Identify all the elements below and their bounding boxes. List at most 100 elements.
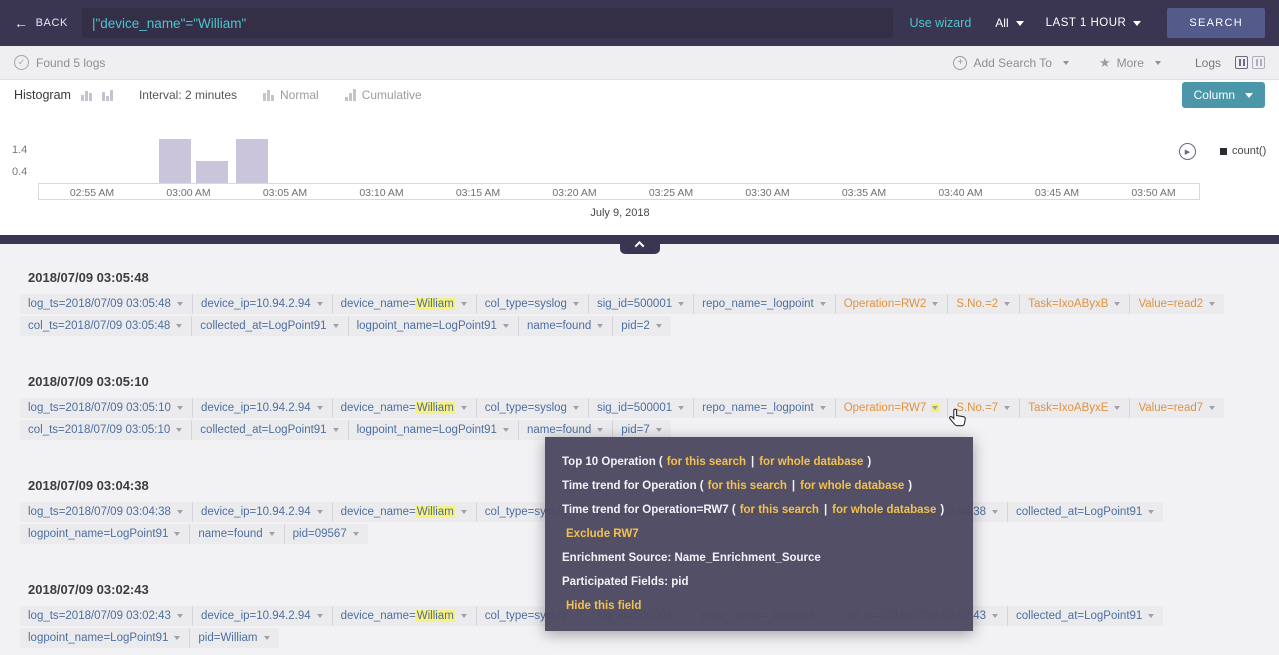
- field-chip[interactable]: device_name=William: [332, 502, 476, 522]
- use-wizard-link[interactable]: Use wizard: [909, 16, 971, 30]
- field-dropdown-caret[interactable]: [596, 322, 604, 330]
- field-dropdown-caret[interactable]: [332, 426, 340, 434]
- field-dropdown-caret[interactable]: [1003, 300, 1011, 308]
- field-dropdown-caret[interactable]: [677, 300, 685, 308]
- field-dropdown-caret[interactable]: [931, 404, 939, 412]
- field-chip[interactable]: device_ip=10.94.2.94: [192, 398, 332, 418]
- field-dropdown-caret[interactable]: [655, 426, 663, 434]
- field-dropdown-caret[interactable]: [175, 426, 183, 434]
- field-chip[interactable]: col_ts=2018/07/09 03:05:48: [20, 316, 191, 336]
- field-dropdown-caret[interactable]: [572, 300, 580, 308]
- field-dropdown-caret[interactable]: [460, 300, 468, 308]
- time-range-dropdown[interactable]: LAST 1 HOUR: [1046, 17, 1142, 29]
- field-chip[interactable]: device_name=William: [332, 398, 476, 418]
- cumulative-mode-toggle[interactable]: Cumulative: [345, 88, 422, 102]
- field-chip[interactable]: logpoint_name=LogPoint91: [20, 628, 189, 648]
- field-chip[interactable]: sig_id=500001: [588, 294, 693, 314]
- popup-link[interactable]: for this search: [667, 456, 746, 468]
- field-chip[interactable]: sig_id=500001: [588, 398, 693, 418]
- field-dropdown-caret[interactable]: [1208, 404, 1216, 412]
- field-chip[interactable]: log_ts=2018/07/09 03:05:10: [20, 398, 192, 418]
- more-dropdown[interactable]: ★ More: [1099, 55, 1161, 71]
- popup-action[interactable]: Exclude RW7: [566, 528, 639, 540]
- field-dropdown-caret[interactable]: [460, 612, 468, 620]
- field-chip[interactable]: logpoint_name=LogPoint91: [20, 524, 189, 544]
- field-chip[interactable]: log_ts=2018/07/09 03:05:48: [20, 294, 192, 314]
- popup-link[interactable]: for whole database: [759, 456, 863, 468]
- field-chip[interactable]: repo_name=_logpoint: [693, 294, 835, 314]
- histogram-bar[interactable]: [236, 139, 268, 183]
- field-dropdown-caret[interactable]: [332, 322, 340, 330]
- popup-link[interactable]: for whole database: [800, 480, 904, 492]
- field-chip[interactable]: col_type=syslog: [476, 398, 588, 418]
- field-dropdown-caret[interactable]: [572, 404, 580, 412]
- field-dropdown-caret[interactable]: [677, 404, 685, 412]
- field-chip[interactable]: col_type=syslog: [476, 294, 588, 314]
- field-chip[interactable]: Operation=RW2: [835, 294, 948, 314]
- field-dropdown-caret[interactable]: [176, 612, 184, 620]
- normal-mode-toggle[interactable]: Normal: [263, 88, 319, 102]
- search-button[interactable]: SEARCH: [1167, 8, 1265, 38]
- popup-action[interactable]: Hide this field: [566, 600, 641, 612]
- field-chip[interactable]: device_name=William: [332, 606, 476, 626]
- field-dropdown-caret[interactable]: [268, 530, 276, 538]
- field-chip[interactable]: Value=read7: [1129, 398, 1224, 418]
- field-chip[interactable]: Value=read2: [1129, 294, 1224, 314]
- field-chip[interactable]: Task=IxoAByxB: [1019, 294, 1129, 314]
- search-query-input[interactable]: [82, 8, 894, 38]
- column-view-icon[interactable]: [1235, 56, 1248, 69]
- field-chip[interactable]: logpoint_name=LogPoint91: [348, 316, 518, 336]
- popup-link[interactable]: for this search: [740, 504, 819, 516]
- popup-link[interactable]: for whole database: [832, 504, 936, 516]
- field-dropdown-caret[interactable]: [176, 300, 184, 308]
- grid-view-icon[interactable]: [1252, 56, 1265, 69]
- field-chip[interactable]: logpoint_name=LogPoint91: [348, 420, 518, 440]
- histogram-bar[interactable]: [159, 139, 191, 183]
- field-chip[interactable]: log_ts=2018/07/09 03:02:43: [20, 606, 192, 626]
- field-chip[interactable]: collected_at=LogPoint91: [191, 316, 347, 336]
- field-dropdown-caret[interactable]: [173, 530, 181, 538]
- field-dropdown-caret[interactable]: [316, 612, 324, 620]
- field-dropdown-caret[interactable]: [316, 300, 324, 308]
- field-dropdown-caret[interactable]: [1113, 404, 1121, 412]
- field-dropdown-caret[interactable]: [655, 322, 663, 330]
- field-dropdown-caret[interactable]: [175, 322, 183, 330]
- field-dropdown-caret[interactable]: [173, 634, 181, 642]
- field-chip[interactable]: name=found: [518, 316, 612, 336]
- field-dropdown-caret[interactable]: [819, 404, 827, 412]
- field-dropdown-caret[interactable]: [316, 404, 324, 412]
- field-chip[interactable]: pid=William: [189, 628, 278, 648]
- field-dropdown-caret[interactable]: [460, 404, 468, 412]
- field-dropdown-caret[interactable]: [1208, 300, 1216, 308]
- field-dropdown-caret[interactable]: [502, 322, 510, 330]
- field-dropdown-caret[interactable]: [1147, 508, 1155, 516]
- bar-chart-icon[interactable]: [81, 89, 92, 101]
- field-chip[interactable]: Operation=RW7: [835, 398, 948, 418]
- play-button[interactable]: ▶: [1179, 143, 1196, 160]
- field-dropdown-caret[interactable]: [352, 530, 360, 538]
- field-dropdown-caret[interactable]: [1113, 300, 1121, 308]
- column-dropdown-button[interactable]: Column: [1182, 82, 1265, 108]
- field-dropdown-caret[interactable]: [1147, 612, 1155, 620]
- field-dropdown-caret[interactable]: [502, 426, 510, 434]
- histogram-bar[interactable]: [196, 161, 228, 183]
- add-search-to-dropdown[interactable]: + Add Search To: [953, 56, 1069, 70]
- field-chip[interactable]: col_ts=2018/07/09 03:05:10: [20, 420, 191, 440]
- field-chip[interactable]: name=found: [189, 524, 283, 544]
- popup-link[interactable]: for this search: [708, 480, 787, 492]
- field-chip[interactable]: pid=2: [612, 316, 670, 336]
- field-dropdown-caret[interactable]: [991, 508, 999, 516]
- field-dropdown-caret[interactable]: [316, 508, 324, 516]
- field-chip[interactable]: device_ip=10.94.2.94: [192, 606, 332, 626]
- field-chip[interactable]: pid=09567: [284, 524, 368, 544]
- back-button[interactable]: ← BACK: [14, 16, 68, 30]
- field-dropdown-caret[interactable]: [460, 508, 468, 516]
- field-chip[interactable]: collected_at=LogPoint91: [1007, 502, 1163, 522]
- field-dropdown-caret[interactable]: [596, 426, 604, 434]
- field-dropdown-caret[interactable]: [176, 508, 184, 516]
- field-chip[interactable]: Task=IxoAByxE: [1019, 398, 1129, 418]
- field-chip[interactable]: device_name=William: [332, 294, 476, 314]
- field-chip[interactable]: repo_name=_logpoint: [693, 398, 835, 418]
- field-chip[interactable]: device_ip=10.94.2.94: [192, 502, 332, 522]
- collapse-histogram-button[interactable]: [620, 235, 660, 254]
